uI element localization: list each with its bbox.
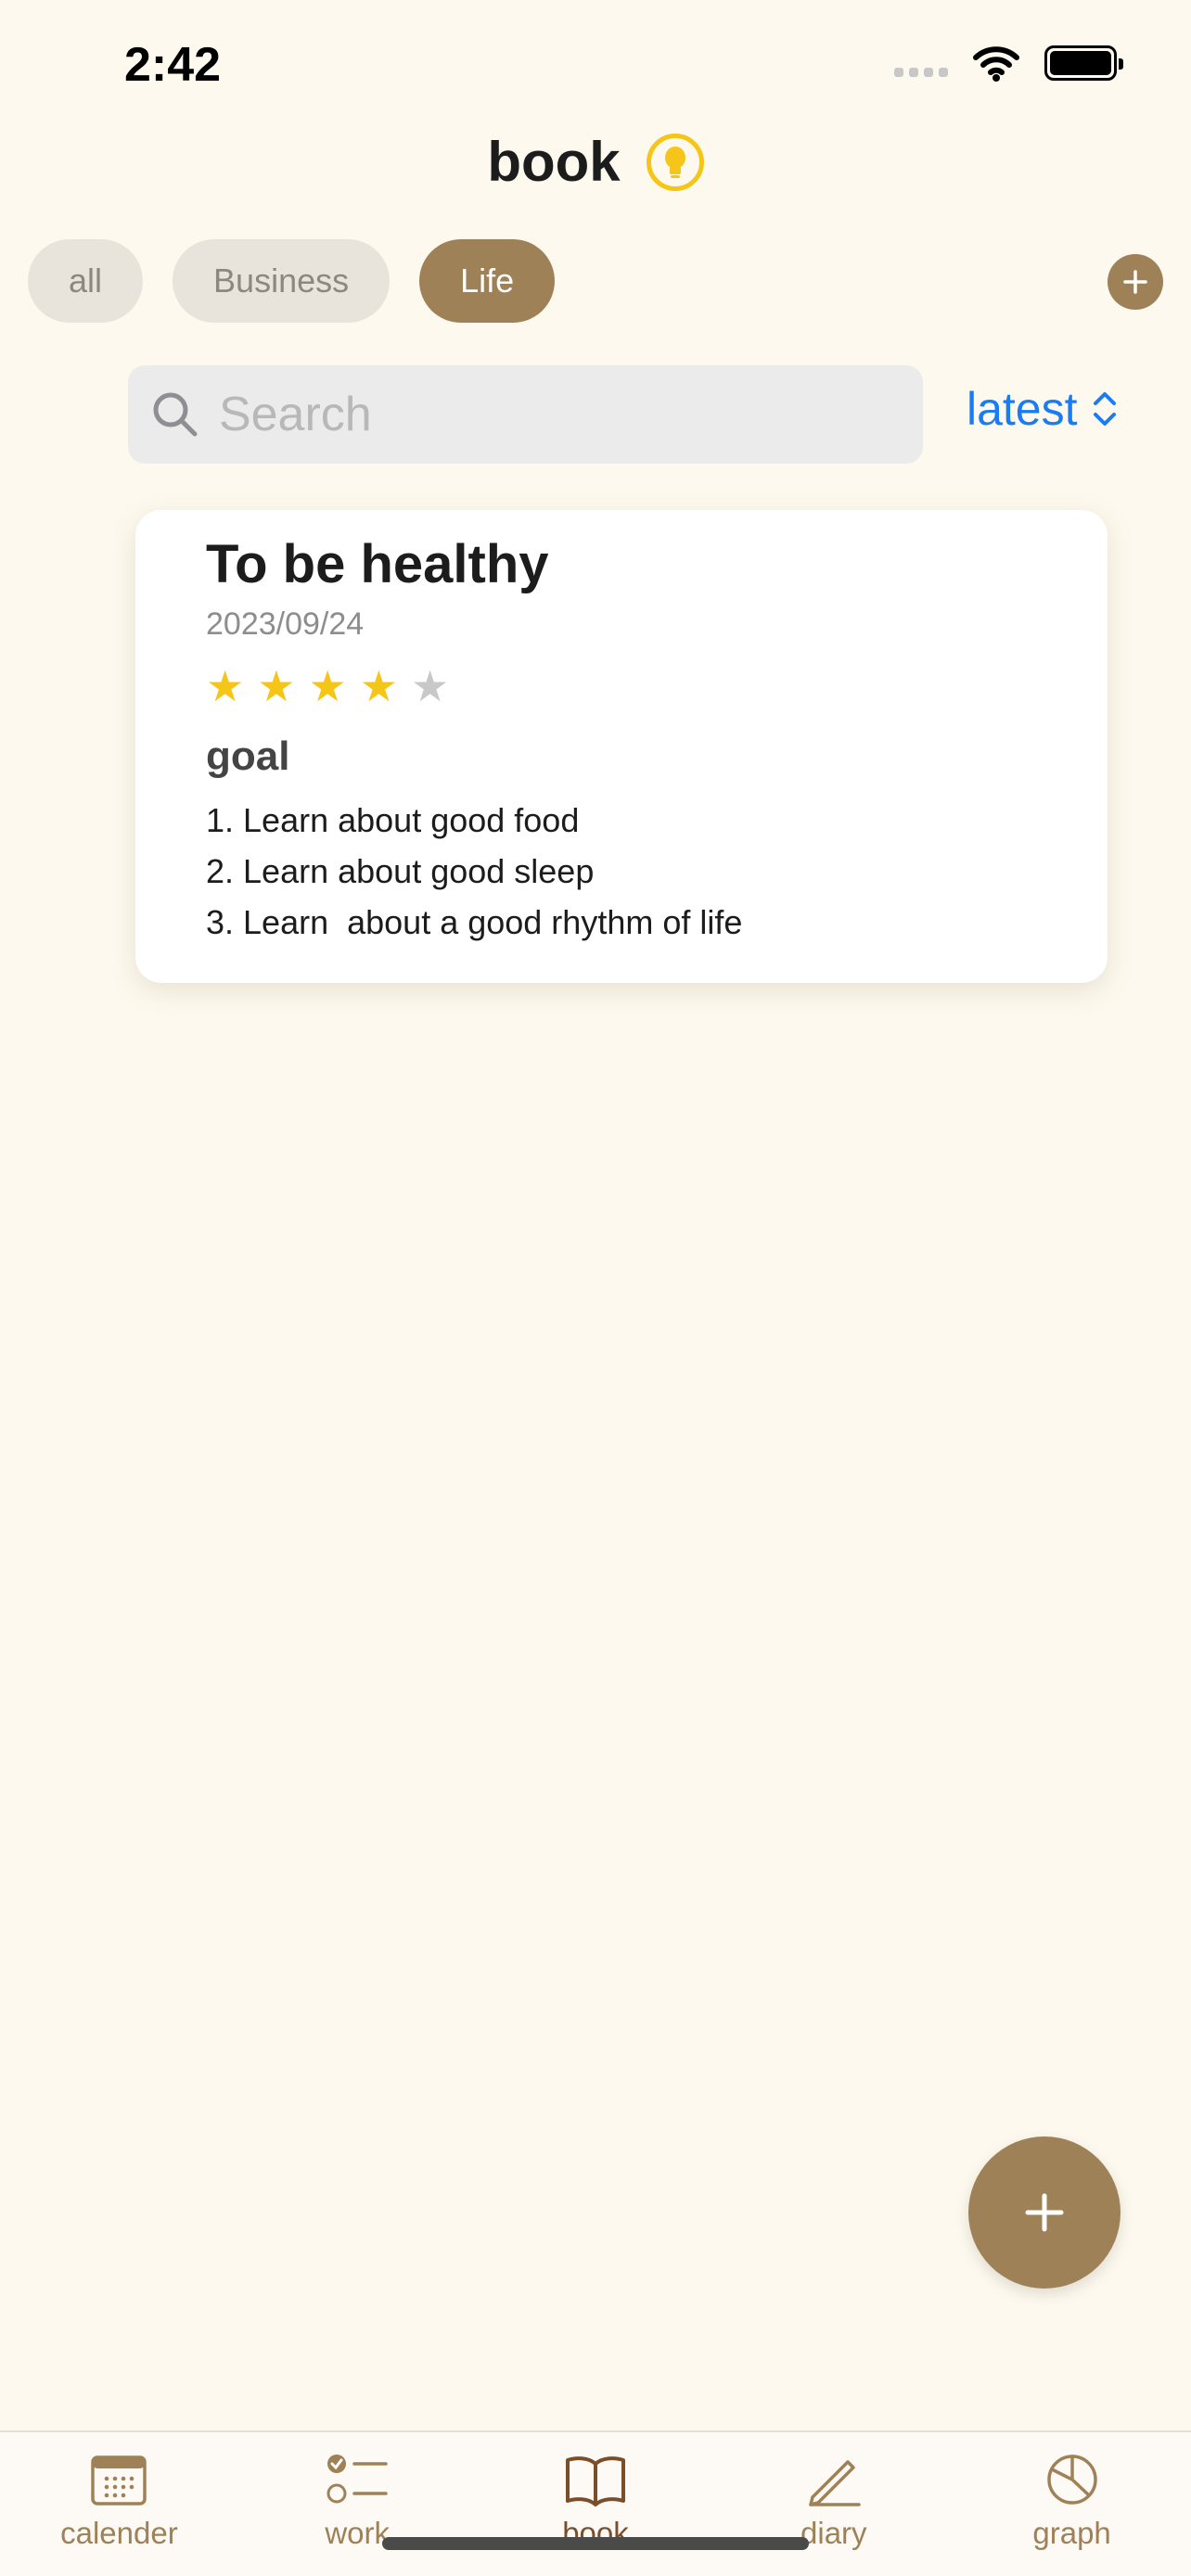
- tab-label: graph: [1032, 2516, 1111, 2550]
- star-icon: ★: [411, 662, 450, 710]
- header: book: [0, 130, 1191, 194]
- tab-label: diary: [800, 2516, 867, 2550]
- add-book-button[interactable]: [968, 2136, 1121, 2289]
- page-title: book: [487, 131, 621, 193]
- list-item: 2. Learn about good sleep: [206, 852, 595, 890]
- sort-button[interactable]: latest: [967, 382, 1119, 436]
- list-item: 3. Learn about a good rhythm of life: [206, 903, 743, 941]
- card-section-heading: goal: [206, 733, 290, 779]
- star-rating: ★ ★ ★ ★ ★: [206, 663, 1108, 709]
- chip-business[interactable]: Business: [173, 239, 391, 323]
- wifi-icon: [973, 46, 1019, 82]
- search-input[interactable]: [218, 387, 923, 442]
- tab-diary[interactable]: diary: [714, 2432, 953, 2576]
- plus-icon: [1025, 2193, 1064, 2232]
- search-bar[interactable]: [128, 365, 923, 464]
- plus-icon: [1123, 270, 1147, 294]
- chevron-up-down-icon: [1093, 392, 1116, 426]
- star-icon: ★: [257, 662, 296, 710]
- tab-bar: calender work book diary graph: [0, 2430, 1191, 2576]
- search-icon: [153, 392, 198, 437]
- add-category-button[interactable]: [1108, 254, 1163, 310]
- pie-chart-icon: [1046, 2455, 1097, 2505]
- calendar-icon: [91, 2455, 147, 2506]
- star-icon: ★: [308, 662, 347, 710]
- pencil-icon: [809, 2460, 861, 2506]
- list-item: 1. Learn about good food: [206, 801, 580, 839]
- home-indicator: [382, 2537, 809, 2550]
- book-card[interactable]: To be healthy 2023/09/24 ★ ★ ★ ★ ★ goal …: [135, 510, 1108, 983]
- tab-label: work: [325, 2516, 391, 2550]
- category-chips: all Business Life: [28, 239, 556, 323]
- checklist-icon: [327, 2455, 388, 2504]
- signal-icon: [894, 49, 948, 77]
- lightbulb-icon[interactable]: [646, 133, 704, 191]
- star-icon: ★: [359, 662, 398, 710]
- tab-work[interactable]: work: [238, 2432, 477, 2576]
- tab-calender[interactable]: calender: [0, 2432, 238, 2576]
- card-date: 2023/09/24: [206, 606, 365, 642]
- battery-icon: [1044, 45, 1123, 81]
- chip-all[interactable]: all: [28, 239, 144, 323]
- status-time: 2:42: [124, 38, 222, 92]
- tab-book[interactable]: book: [477, 2432, 715, 2576]
- tab-graph[interactable]: graph: [953, 2432, 1191, 2576]
- goal-list: 1. Learn about good food 2. Learn about …: [206, 795, 1108, 948]
- chip-life[interactable]: Life: [419, 239, 556, 323]
- star-icon: ★: [206, 662, 245, 710]
- card-title: To be healthy: [206, 534, 549, 594]
- sort-label: latest: [967, 383, 1078, 435]
- tab-label: calender: [60, 2516, 178, 2550]
- book-icon: [565, 2456, 625, 2506]
- status-icons: [894, 45, 1123, 82]
